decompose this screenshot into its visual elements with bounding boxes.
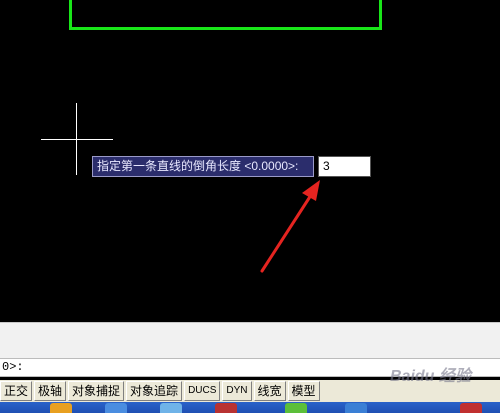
status-ducs-button[interactable]: DUCS <box>184 381 221 401</box>
status-polar-button[interactable]: 极轴 <box>34 381 67 401</box>
taskbar-app-icon[interactable] <box>285 403 307 413</box>
status-otrack-button[interactable]: 对象追踪 <box>126 381 183 401</box>
taskbar-app-icon[interactable] <box>50 403 72 413</box>
status-osnap-button[interactable]: 对象捕捉 <box>68 381 125 401</box>
annotation-arrow <box>260 180 320 273</box>
taskbar-app-icon[interactable] <box>345 403 367 413</box>
taskbar-app-icon[interactable] <box>105 403 127 413</box>
drawing-canvas[interactable]: 指定第一条直线的倒角长度 <0.0000>: 3 <box>0 0 500 322</box>
windows-taskbar <box>0 402 500 413</box>
status-dyn-button[interactable]: DYN <box>222 381 252 401</box>
taskbar-app-icon[interactable] <box>215 403 237 413</box>
annotation-arrow-shaft <box>260 190 315 273</box>
status-ortho-button[interactable]: 正交 <box>0 381 33 401</box>
status-lineweight-button[interactable]: 线宽 <box>253 381 286 401</box>
status-model-button[interactable]: 模型 <box>287 381 320 401</box>
command-history-area <box>0 322 500 359</box>
watermark: Baidu 经验 <box>390 368 471 385</box>
taskbar-app-icon[interactable] <box>460 403 482 413</box>
taskbar-app-icon[interactable] <box>160 403 182 413</box>
annotation-arrow-head <box>302 180 320 201</box>
